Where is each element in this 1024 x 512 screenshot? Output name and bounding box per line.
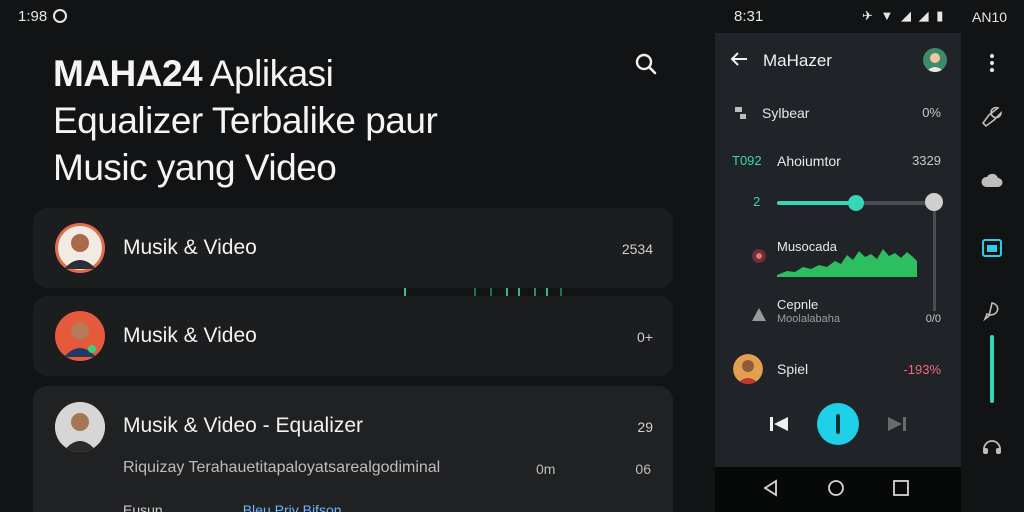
skip-previous-icon[interactable] [769,415,789,433]
page-title: MAHA24 Aplikasi Equalizer Terbalike paur… [53,50,613,191]
card-subtitle-value: 0m [536,461,556,477]
list-item[interactable]: Musik & Video 0+ [33,296,673,376]
notification-icon [53,9,67,23]
search-icon [635,53,657,75]
setting-value: -193% [903,362,941,377]
sliders-icon [735,107,746,119]
card-value: 2534 [621,241,653,257]
headline-line1: Aplikasi [202,53,334,94]
card-subtitle: Riquizay Terahauetitapaloyatsarealgodimi… [123,459,441,476]
setting-value: 3329 [912,153,941,168]
volume-level-bar[interactable] [990,335,994,403]
more-vertical-icon[interactable] [980,51,1004,75]
side-rail [968,33,1018,512]
status-time-right: 8:31 [734,8,764,25]
setting-value: 0/0 [925,313,941,325]
window-icon[interactable] [980,236,1004,260]
panel-title: MaHazer [763,51,832,70]
setting-prefix: T092 [732,153,762,168]
headline-line2: Equalizer Terbalike paur [53,100,438,141]
setting-value: 0% [922,105,941,120]
setting-label: Cepnle [777,297,819,312]
panel-header: MaHazer [715,45,961,77]
card-footer: Eusun Bleu Priv Bifson [123,502,342,512]
avatar [55,402,105,452]
headline-line3: Music yang Video [53,147,337,188]
equalizer-panel: MaHazer Sylbear 0% T092 Ahoiumtor 3329 2… [715,33,961,512]
card-footer-link[interactable]: Bleu Priv Bifson [243,502,342,512]
slider-handle[interactable] [848,195,864,211]
play-pause-button[interactable] [817,403,859,445]
status-bar: 1:98 8:31 ✈ ▼ ◢ ◢ ▮ AN10 [0,0,1024,32]
slider-handle-secondary[interactable] [925,193,943,211]
setting-label: Sylbear [762,105,810,121]
nav-recents-icon[interactable] [892,479,910,497]
status-label: AN10 [972,9,1008,25]
avatar [55,311,105,361]
slider-fill [777,201,856,205]
setting-row[interactable]: Sylbear 0% [715,101,961,125]
headline-strong: MAHA24 [53,53,203,94]
nav-home-icon[interactable] [827,479,845,497]
card-value: 0+ [637,329,653,345]
card-footer-text: Eusun [123,502,163,512]
avatar [55,223,105,273]
player-controls [715,401,961,451]
shapes-icon [752,308,766,321]
setting-row[interactable]: Cepnle Moolalabaha 0/0 [715,295,961,331]
headphones-icon[interactable] [980,433,1004,457]
skip-next-icon[interactable] [887,415,907,433]
arrow-left-icon[interactable] [729,49,749,69]
setting-row[interactable]: T092 Ahoiumtor 3329 [715,151,961,175]
setting-label: Spiel [777,361,809,377]
status-icons: ✈ ▼ ◢ ◢ ▮ [862,8,946,23]
slider-label: 2 [753,194,761,209]
spectrum-visual [777,249,917,277]
cloud-icon[interactable] [980,169,1004,193]
equalizer-slider[interactable] [777,195,935,211]
android-nav-bar [715,467,961,512]
setting-label: Ahoiumtor [777,153,841,169]
record-icon [752,249,766,263]
list-item[interactable]: Musik & Video 2534 [33,208,673,288]
avatar[interactable] [923,48,947,72]
setting-row[interactable]: Spiel -193% [715,359,961,383]
list-item-expanded[interactable]: Musik & Video - Equalizer 29 Riquizay Te… [33,386,673,512]
card-title: Musik & Video - Equalizer [123,414,364,437]
chat-icon[interactable] [980,299,1004,323]
wrench-icon[interactable] [980,105,1004,129]
search-button[interactable] [632,50,660,78]
card-subtitle-value-2: 06 [635,461,651,477]
setting-sublabel: Moolalabaha [777,313,840,325]
status-time-left: 1:98 [18,8,48,25]
card-value: 29 [637,419,653,435]
card-title: Musik & Video [123,324,257,347]
pause-icon [836,414,840,434]
card-title: Musik & Video [123,236,257,259]
nav-back-icon[interactable] [762,479,780,497]
